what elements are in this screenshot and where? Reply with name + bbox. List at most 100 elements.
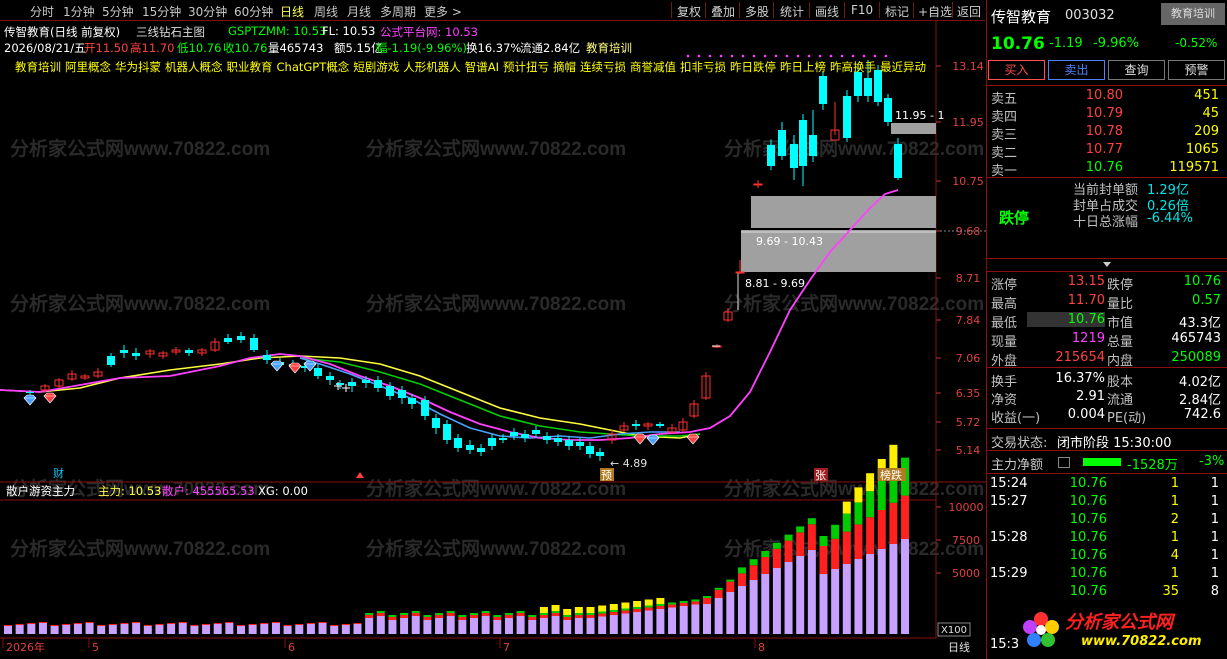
alert-button[interactable]: 预警 (1168, 60, 1225, 80)
concept-tag[interactable]: 预计扭亏 (503, 60, 549, 74)
concept-tag[interactable]: 商誉减值 (630, 60, 676, 74)
chevron-down-icon[interactable] (1102, 261, 1112, 268)
seal-value: -6.44% (1147, 211, 1193, 226)
marker-bangdie: 榜跌 (880, 468, 902, 482)
tab-5min[interactable]: 5分钟 (102, 3, 134, 20)
candle-body (443, 424, 451, 440)
quote-row: 卖五 10.80 451 (987, 88, 1227, 107)
overlay-button[interactable]: 叠加 (711, 3, 735, 20)
quote-row: 10.76 4 1 (987, 548, 1227, 565)
back-button[interactable]: 返回 (957, 3, 981, 20)
tab-1min[interactable]: 1分钟 (63, 3, 95, 20)
tab-weekly[interactable]: 周线 (314, 3, 338, 20)
vol-bar-retail (726, 592, 735, 634)
tab-more[interactable]: 更多 > (424, 3, 462, 20)
vol-bar-hot (574, 613, 583, 615)
stock-title: 传智教育(日线 前复权) (4, 25, 121, 39)
tick-price: 10.76 (1069, 584, 1107, 599)
period-toolbar: 分时 1分钟 5分钟 15分钟 30分钟 60分钟 日线 周线 月线 多周期 更… (0, 0, 985, 21)
vol-bar-retail (831, 569, 840, 634)
vol-bar-retail (225, 623, 234, 634)
vol-bar-main (470, 615, 478, 618)
vol-bar-main (50, 625, 59, 626)
quote-row: 10.76 35 8 (987, 584, 1227, 601)
vol-bar-main (27, 623, 36, 624)
concept-tag[interactable]: 阿里概念 (65, 60, 111, 74)
f10-button[interactable]: F10 (851, 3, 873, 17)
concept-tag[interactable]: 机器人概念 (165, 60, 223, 74)
indicator-name[interactable]: 三线钻石主图 (136, 24, 205, 40)
concept-tag[interactable]: 扣非亏损 (680, 60, 726, 74)
candle-body (326, 376, 334, 380)
concept-tag[interactable]: 职业教育 (227, 60, 273, 74)
concept-tag[interactable]: 人形机器人 (403, 60, 461, 74)
vol-bar-retail (108, 625, 117, 634)
vol-bar-retail (318, 623, 327, 634)
tab-15min[interactable]: 15分钟 (142, 3, 181, 20)
vol-bar-retail (167, 624, 176, 634)
current-price: 10.76 (991, 34, 1045, 54)
vol-bar-hot (435, 613, 444, 615)
concept-tag[interactable]: 华为抖蒙 (115, 60, 161, 74)
tab-monthly[interactable]: 月线 (347, 3, 371, 20)
quote-row: 外盘 215654 内盘 250089 (987, 350, 1227, 369)
tab-daily[interactable]: 日线 (280, 3, 304, 20)
tick-volume: 1 (1170, 494, 1179, 509)
collapse-bar[interactable] (987, 258, 1227, 272)
quote-row: 最低 10.76 市值 43.3亿 (987, 312, 1227, 331)
vol-bar-main (167, 623, 176, 624)
vol-bar-retail (877, 549, 886, 634)
list-icon[interactable] (1058, 457, 1070, 468)
concept-tag[interactable]: 连续亏损 (580, 60, 626, 74)
price-tick-label: 7.06 (956, 352, 981, 365)
tab-fenshi[interactable]: 分时 (30, 3, 54, 20)
fuquan-button[interactable]: 复权 (677, 3, 701, 20)
vol-bar-main (516, 613, 525, 616)
concept-tag[interactable]: 昨日上榜 (780, 60, 826, 74)
tick-volume: 1 (1170, 530, 1179, 545)
quote-panel: 传智教育 003032 教育培训 10.76 -1.19 -9.96% -0.5… (986, 0, 1227, 659)
concept-tag[interactable]: 短剧游戏 (353, 60, 399, 74)
vol-bar-retail (237, 626, 245, 634)
add-watchlist-button[interactable]: +自选 (918, 3, 952, 20)
concept-tag[interactable]: ChatGPT概念 (277, 60, 350, 74)
vol-bar-main (772, 548, 781, 568)
vol-bar-yellow (644, 599, 653, 606)
buy-button[interactable]: 买入 (988, 60, 1045, 80)
sector-tag[interactable]: 教育培训 (1161, 3, 1225, 25)
concept-tag[interactable]: 摘帽 (553, 60, 576, 74)
vol-bar-retail (691, 604, 700, 634)
concept-tag[interactable]: 最近异动 (880, 60, 926, 74)
sell-button[interactable]: 卖出 (1048, 60, 1105, 80)
vol-bar-hot (714, 587, 723, 590)
candle-body (314, 368, 322, 376)
tab-60min[interactable]: 60分钟 (234, 3, 273, 20)
draw-line-button[interactable]: 画线 (815, 3, 839, 20)
concept-tag[interactable]: 教育培训 (15, 60, 61, 74)
vol-bar-main (411, 613, 420, 616)
concept-tag[interactable]: 昨日跌停 (730, 60, 776, 74)
multi-stock-button[interactable]: 多股 (745, 3, 769, 20)
vol-bar-main (108, 624, 117, 625)
kline-chart[interactable]: 分析家公式网www.70822.com 分析家公式网www.70822.com 分析… (0, 20, 986, 659)
watermark-text: 分析家公式网www.70822.com (366, 292, 626, 315)
candle-body (656, 424, 664, 426)
tab-30min[interactable]: 30分钟 (188, 3, 227, 20)
mark-button[interactable]: 标记 (885, 3, 909, 20)
concept-tag[interactable]: 智谱AI (465, 60, 499, 74)
tab-multi-period[interactable]: 多周期 (380, 3, 416, 20)
concept-tag[interactable]: 昨高换手 (830, 60, 876, 74)
ask-volume: 451 (1194, 88, 1219, 103)
stat-value: 10.76 (1027, 312, 1105, 327)
stats-button[interactable]: 统计 (780, 3, 804, 20)
query-button[interactable]: 查询 (1108, 60, 1165, 80)
vol-bar-main (260, 623, 269, 624)
vol-bar-hot (458, 615, 467, 617)
vol-bar-main (563, 617, 572, 620)
vol-bar-main (237, 625, 245, 626)
sub-tick-label: 7500 (952, 534, 980, 547)
vol-bar-main (493, 617, 502, 620)
stat-value: 10.76 (1183, 274, 1221, 289)
zone-top (891, 123, 936, 134)
vol-bar-main (318, 622, 327, 623)
